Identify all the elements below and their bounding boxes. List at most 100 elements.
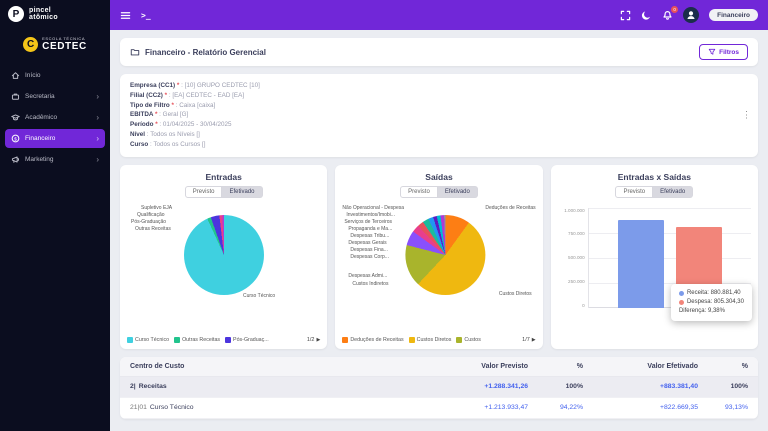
filter-line: NívelTodos os Níveis []	[130, 130, 748, 140]
legend-next-icon[interactable]: ▶	[316, 337, 320, 343]
saidas-chart-card: Saídas Previsto Efetivado Não Operaciona…	[335, 165, 542, 349]
page-title: Financeiro - Relatório Gerencial	[145, 48, 266, 57]
topbar-right: 0 Financeiro	[620, 7, 758, 23]
filter-line: Tipo de Filtro *Caixa [caixa]	[130, 101, 748, 111]
pie-callout: Serviços de Terceiros	[344, 219, 392, 225]
pie-callout: Custos Indiretos	[352, 281, 388, 287]
pie-callout: Curso Técnico	[243, 293, 275, 299]
efetivado-toggle-button[interactable]: Efetivado	[438, 186, 478, 198]
legend-pagination: 1/2▶	[307, 337, 321, 343]
legend-swatch	[409, 337, 415, 343]
brand-logo[interactable]: P pincel atômico	[0, 0, 110, 28]
briefcase-icon	[11, 92, 20, 101]
legend-next-icon[interactable]: ▶	[532, 337, 536, 343]
previsto-toggle-button[interactable]: Previsto	[400, 186, 438, 198]
legend-item[interactable]: Custos Diretos	[409, 337, 452, 343]
legend-item[interactable]: Custos	[456, 337, 481, 343]
legend-swatch	[127, 337, 133, 343]
legend-swatch	[174, 337, 180, 343]
efetivado-toggle-button[interactable]: Efetivado	[222, 186, 262, 198]
brand-letter: P	[13, 9, 20, 20]
brand-line1: pincel	[29, 7, 58, 15]
chevron-right-icon: ›	[96, 157, 99, 163]
cost-center-table: Centro de Custo Valor Previsto % Valor E…	[120, 357, 758, 419]
legend-item[interactable]: Curso Técnico	[127, 337, 169, 343]
sidebar-item-secretaria[interactable]: Secretaria ›	[5, 87, 105, 106]
notification-badge: 0	[671, 6, 678, 13]
pincel-atomico-logo-icon: P	[8, 6, 24, 22]
fullscreen-icon[interactable]	[620, 10, 631, 21]
school-name: CEDTEC	[42, 41, 87, 52]
y-axis-ticks: 1.000.000 750.000 500.000 250.000 0	[558, 208, 585, 308]
despesa-dot	[679, 300, 684, 305]
chart-legend: Deduções de Receitas Custos Diretos Cust…	[342, 337, 535, 343]
legend-swatch	[225, 337, 231, 343]
chart-legend: Curso Técnico Outras Receitas Pós-Gradua…	[127, 337, 320, 343]
brand-line2: atômico	[29, 14, 58, 22]
terminal-icon[interactable]: >_	[141, 11, 151, 20]
sidebar-menu: Início Secretaria › Acadêmico › $ Financ…	[0, 64, 110, 171]
sidebar: P pincel atômico C ESCOLA TÉCNICA CEDTEC…	[0, 0, 110, 431]
school-logo: C ESCOLA TÉCNICA CEDTEC	[0, 28, 110, 64]
pie-callout: Investimentos/Imobi...	[346, 212, 395, 218]
pie-callout: Despesas Tribu...	[350, 233, 389, 239]
sidebar-item-label: Início	[25, 72, 99, 79]
entradas-chart-card: Entradas Previsto Efetivado Supletivo EJ…	[120, 165, 327, 349]
previsto-toggle-button[interactable]: Previsto	[615, 186, 653, 198]
sidebar-item-inicio[interactable]: Início	[5, 66, 105, 85]
legend-item[interactable]: Deduções de Receitas	[342, 337, 403, 343]
pie-callout: Despesas Gerais	[348, 240, 386, 246]
app: P pincel atômico C ESCOLA TÉCNICA CEDTEC…	[0, 0, 768, 431]
legend-pagination: 1/7▶	[522, 337, 536, 343]
user-avatar[interactable]	[683, 7, 699, 23]
legend-swatch	[342, 337, 348, 343]
chart-title: Entradas	[127, 172, 320, 182]
table-row[interactable]: 2|Receitas +1.288.341,26 100% +883.381,4…	[120, 377, 758, 398]
moon-icon[interactable]	[641, 10, 652, 21]
dollar-icon: $	[11, 134, 20, 143]
mode-toggle: Previsto Efetivado	[342, 186, 535, 198]
pie-chart-area: Supletivo EJA Qualificação Pós-Graduação…	[127, 203, 320, 307]
sidebar-item-label: Secretaria	[25, 93, 91, 100]
pie-chart-area: Não Operacional - Despesa Investimentos/…	[342, 203, 535, 307]
filter-line: Empresa (CC1) *[10] GRUPO CEDTEC [10]	[130, 81, 748, 91]
bell-icon[interactable]: 0	[662, 10, 673, 21]
sidebar-item-label: Financeiro	[25, 135, 91, 142]
entradas-pie-chart[interactable]	[184, 215, 264, 295]
filters-button[interactable]: Filtros	[699, 44, 748, 60]
svg-text:$: $	[14, 136, 17, 142]
user-role-pill[interactable]: Financeiro	[709, 9, 758, 21]
previsto-toggle-button[interactable]: Previsto	[185, 186, 223, 198]
sidebar-item-marketing[interactable]: Marketing ›	[5, 150, 105, 169]
pie-callout: Despesas Fina...	[350, 247, 388, 253]
filter-summary-card: Empresa (CC1) *[10] GRUPO CEDTEC [10] Fi…	[120, 74, 758, 157]
menu-toggle-icon[interactable]	[120, 10, 131, 21]
sidebar-item-financeiro[interactable]: $ Financeiro ›	[5, 129, 105, 148]
saidas-pie-chart[interactable]	[405, 215, 485, 295]
pie-callout: Propaganda e Ma...	[348, 226, 392, 232]
pie-callout: Despesas Admi...	[348, 273, 387, 279]
kebab-menu-icon[interactable]: ⋮	[742, 110, 751, 121]
cedtec-logo-icon: C	[23, 37, 38, 52]
sidebar-item-academico[interactable]: Acadêmico ›	[5, 108, 105, 127]
chevron-right-icon: ›	[96, 136, 99, 142]
efetivado-toggle-button[interactable]: Efetivado	[653, 186, 693, 198]
filter-line: Período *01/04/2025 - 30/04/2025	[130, 120, 748, 130]
chevron-right-icon: ›	[96, 115, 99, 121]
receita-dot	[679, 291, 684, 296]
receita-bar[interactable]	[618, 220, 664, 308]
filter-line: CursoTodos os Cursos []	[130, 140, 748, 150]
chevron-right-icon: ›	[96, 94, 99, 100]
legend-item[interactable]: Outras Receitas	[174, 337, 220, 343]
topbar: >_ 0 Financeiro	[110, 0, 768, 30]
table-row[interactable]: 21|01Curso Técnico +1.213.933,47 94,22% …	[120, 398, 758, 419]
pie-callout: Supletivo EJA	[141, 205, 172, 211]
school-text: ESCOLA TÉCNICA CEDTEC	[42, 36, 87, 52]
pie-callout: Deduções de Receitas	[485, 205, 535, 211]
filter-line: EBITDA *Geral [G]	[130, 110, 748, 120]
pie-callout: Despesas Corp...	[350, 254, 389, 260]
legend-swatch	[456, 337, 462, 343]
legend-item[interactable]: Pós-Graduaç...	[225, 337, 269, 343]
topbar-left: >_	[120, 10, 151, 21]
pie-callout: Custos Diretos	[499, 291, 532, 297]
